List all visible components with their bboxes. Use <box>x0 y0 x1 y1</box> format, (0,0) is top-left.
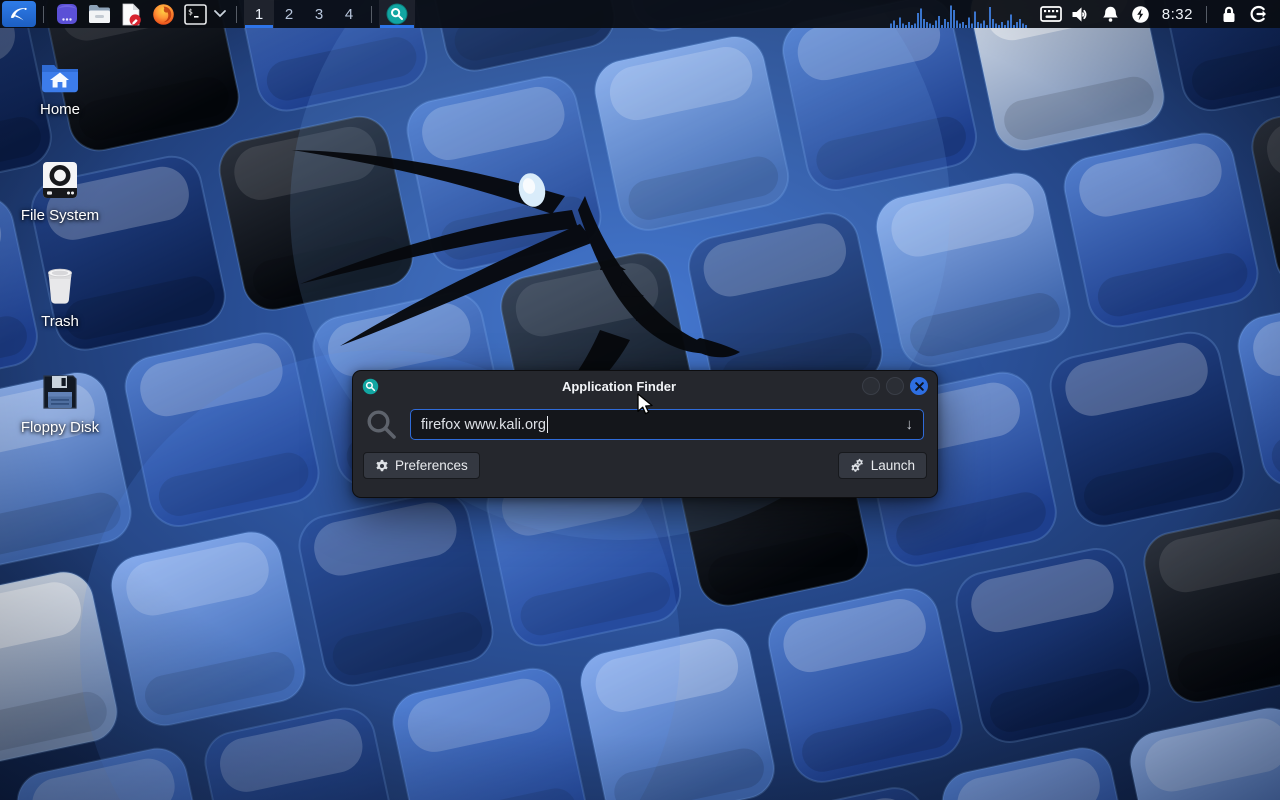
window-icon <box>362 378 379 395</box>
search-icon <box>366 409 397 440</box>
hard-disk-icon <box>40 154 80 200</box>
clock-text: 8:32 <box>1162 6 1193 23</box>
lock-screen-button[interactable] <box>1214 0 1244 28</box>
desktop-icon-file-system[interactable]: File System <box>8 154 112 224</box>
desktop-icon-floppy-disk[interactable]: Floppy Disk <box>8 366 112 436</box>
text-caret <box>547 416 548 433</box>
panel-separator <box>43 6 44 23</box>
home-folder-icon <box>39 48 81 94</box>
keyboard-tray-button[interactable] <box>1036 0 1066 28</box>
workspace-label: 2 <box>285 6 293 23</box>
trash-icon <box>41 260 79 306</box>
desktop-icon-label: File System <box>21 207 99 224</box>
launch-button[interactable]: Launch <box>838 452 927 479</box>
launcher-firefox[interactable] <box>147 0 179 28</box>
volume-tray-button[interactable] <box>1066 0 1096 28</box>
chevron-down-icon <box>214 10 226 18</box>
log-out-button[interactable] <box>1244 0 1274 28</box>
minimize-button[interactable] <box>862 377 880 395</box>
preferences-label: Preferences <box>395 458 468 473</box>
clock[interactable]: 8:32 <box>1156 0 1199 28</box>
application-finder-icon <box>386 3 408 25</box>
lock-icon <box>1220 5 1238 24</box>
workspace-label: 1 <box>255 6 263 23</box>
apps-icon <box>56 3 78 25</box>
file-manager-icon <box>88 4 111 24</box>
workspace-1[interactable]: 1 <box>244 0 274 28</box>
floppy-disk-icon <box>40 366 80 412</box>
terminal-dropdown-button[interactable] <box>211 0 229 28</box>
keyboard-icon <box>1040 6 1062 22</box>
firefox-icon <box>152 3 175 26</box>
desktop-icon-label: Floppy Disk <box>21 419 99 436</box>
workspace-3[interactable]: 3 <box>304 0 334 28</box>
power-icon <box>1131 5 1150 24</box>
launcher-file-manager[interactable] <box>83 0 115 28</box>
desktop-icon-label: Trash <box>41 313 79 330</box>
text-editor-icon <box>120 3 142 26</box>
launcher-apps[interactable] <box>51 0 83 28</box>
system-load-graph[interactable] <box>890 0 1030 28</box>
preferences-button[interactable]: Preferences <box>363 452 480 479</box>
power-manager-tray-button[interactable] <box>1126 0 1156 28</box>
desktop-icon-column: Home File System <box>8 48 112 472</box>
close-icon <box>915 382 924 391</box>
terminal-icon: $ <box>184 4 207 25</box>
search-input-value: firefox www.kali.org <box>421 417 546 433</box>
dropdown-arrow-icon[interactable]: ↓ <box>906 416 914 433</box>
gear-icon <box>375 459 389 473</box>
launcher-terminal[interactable]: $ <box>179 0 211 28</box>
launch-icon <box>850 458 865 473</box>
top-panel: $ 1 2 3 4 <box>0 0 1280 28</box>
panel-separator <box>371 6 372 23</box>
launch-label: Launch <box>871 458 915 473</box>
bell-icon <box>1101 5 1120 24</box>
kali-dragon-icon <box>8 4 30 24</box>
application-finder-window: Application Finder firefox www.kali.org … <box>352 370 938 498</box>
desktop-icon-trash[interactable]: Trash <box>8 260 112 330</box>
window-title: Application Finder <box>388 379 850 394</box>
taskbar-application-finder[interactable] <box>379 0 415 28</box>
workspace-2[interactable]: 2 <box>274 0 304 28</box>
panel-separator <box>236 6 237 23</box>
kali-menu-button[interactable] <box>2 1 36 27</box>
notifications-tray-button[interactable] <box>1096 0 1126 28</box>
close-button[interactable] <box>910 377 928 395</box>
log-out-icon <box>1249 4 1269 24</box>
mouse-cursor <box>637 393 656 417</box>
volume-icon <box>1071 6 1091 23</box>
svg-text:$: $ <box>188 7 193 16</box>
window-controls <box>850 377 928 395</box>
panel-separator <box>1206 6 1207 23</box>
workspace-label: 4 <box>345 6 353 23</box>
maximize-button[interactable] <box>886 377 904 395</box>
launcher-text-editor[interactable] <box>115 0 147 28</box>
desktop-icon-label: Home <box>40 101 80 118</box>
desktop: Home File System <box>0 0 1280 800</box>
desktop-icon-home[interactable]: Home <box>8 48 112 118</box>
workspace-label: 3 <box>315 6 323 23</box>
workspace-4[interactable]: 4 <box>334 0 364 28</box>
search-input[interactable]: firefox www.kali.org ↓ <box>410 409 924 440</box>
